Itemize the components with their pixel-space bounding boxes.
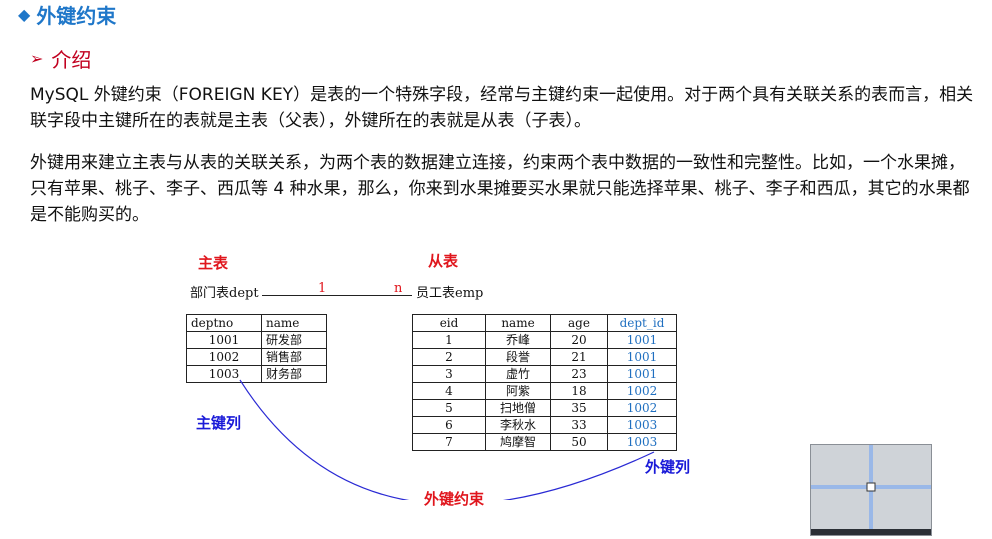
dept-cell: 研发部	[261, 331, 327, 349]
table-row: 2 段誉 21 1001	[412, 348, 677, 366]
dept-cell: 1002	[186, 348, 262, 366]
emp-header-row: eid name age dept_id	[412, 314, 677, 332]
relation-left-text: 部门表dept	[190, 286, 259, 301]
section-title-text: 外键约束	[36, 3, 117, 28]
subtitle: ➢ 介绍	[30, 44, 91, 73]
relation-line	[262, 295, 412, 296]
dept-cell: 销售部	[261, 348, 327, 366]
subtitle-text: 介绍	[51, 48, 92, 72]
emp-cell: 1	[412, 331, 486, 349]
constraint-arc	[239, 379, 655, 500]
emp-col-name: name	[485, 314, 551, 332]
emp-cell: 段誉	[485, 348, 551, 366]
crosshair-preview	[810, 444, 932, 536]
table-row: 1001 研发部	[186, 331, 327, 349]
emp-cell: 乔峰	[485, 331, 551, 349]
fk-column-label: 外键列	[645, 458, 691, 476]
constraint-label: 外键约束	[424, 490, 485, 508]
emp-col-age: age	[550, 314, 608, 332]
relation-many: n	[394, 281, 403, 296]
relation-right-text: 员工表emp	[416, 286, 484, 301]
emp-cell: 21	[550, 348, 608, 366]
emp-cell: 1001	[607, 331, 677, 349]
master-table-label: 主表	[198, 254, 229, 272]
crosshair-icon	[811, 445, 931, 535]
dept-cell: 1001	[186, 331, 262, 349]
emp-col-dept-id: dept_id	[607, 314, 677, 332]
pk-column-label: 主键列	[196, 414, 242, 432]
emp-col-eid: eid	[412, 314, 486, 332]
arrow-right-icon: ➢	[30, 49, 44, 68]
relation-one: 1	[318, 281, 327, 296]
slave-table-label: 从表	[428, 252, 459, 270]
emp-cell: 2	[412, 348, 486, 366]
emp-cell: 20	[550, 331, 608, 349]
table-row: 1002 销售部	[186, 348, 327, 366]
intro-paragraph: MySQL 外键约束（FOREIGN KEY）是表的一个特殊字段，经常与主键约束…	[30, 85, 974, 131]
example-paragraph: 外键用来建立主表与从表的关联关系，为两个表的数据建立连接，约束两个表中数据的一致…	[30, 153, 970, 225]
table-row: 1 乔峰 20 1001	[412, 331, 677, 349]
dept-col-name: name	[261, 314, 327, 332]
dept-col-deptno: deptno	[186, 314, 262, 332]
emp-cell: 1001	[607, 348, 677, 366]
section-title: ◆ 外键约束	[18, 0, 116, 28]
dept-header-row: deptno name	[186, 314, 327, 332]
diamond-icon: ◆	[18, 4, 31, 24]
